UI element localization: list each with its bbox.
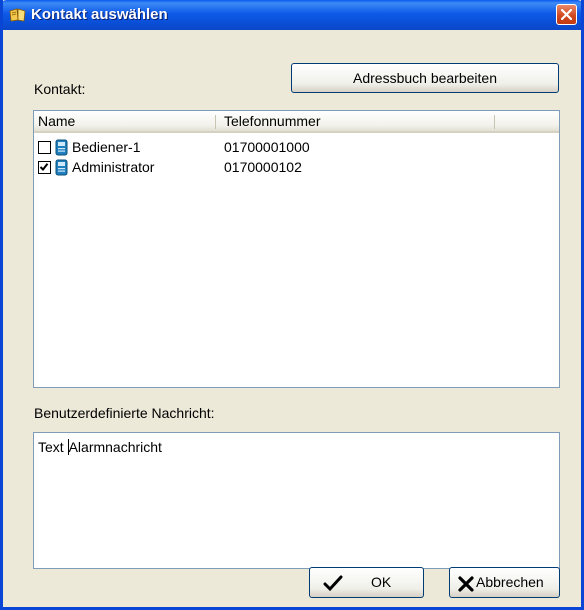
custom-message-input[interactable]: Text Alarmnachricht — [33, 432, 560, 569]
close-button[interactable] — [556, 4, 577, 25]
contact-name: Bediener-1 — [72, 139, 141, 155]
ok-label: OK — [371, 574, 392, 590]
message-text-end: Alarmnachricht — [68, 439, 162, 455]
column-header-phone[interactable]: Telefonnummer — [224, 113, 321, 129]
contact-list[interactable]: Name Telefonnummer Bediener-1 0170000100… — [33, 110, 560, 388]
checkmark-icon — [323, 575, 343, 592]
list-item[interactable]: Bediener-1 01700001000 — [38, 138, 538, 158]
list-header: Name Telefonnummer — [34, 111, 559, 133]
dialog-window: Kontakt auswählen Kontakt: Adressbuch be… — [0, 0, 584, 610]
edit-address-book-button[interactable]: Adressbuch bearbeiten — [291, 63, 559, 93]
address-book-icon — [9, 8, 26, 22]
cancel-label: Abbrechen — [476, 574, 544, 590]
contact-phone: 0170000102 — [224, 159, 302, 175]
list-item[interactable]: Administrator 0170000102 — [38, 158, 538, 178]
contact-label: Kontakt: — [34, 81, 86, 97]
custom-message-label: Benutzerdefinierte Nachricht: — [34, 405, 215, 421]
phone-icon — [55, 159, 68, 176]
row-checkbox[interactable] — [38, 161, 51, 174]
checkmark-icon — [39, 163, 49, 172]
phone-icon — [55, 139, 68, 156]
column-header-name[interactable]: Name — [38, 113, 75, 129]
ok-button[interactable]: OK — [309, 567, 424, 598]
close-icon — [561, 9, 572, 20]
cancel-button[interactable]: Abbrechen — [449, 567, 560, 598]
column-separator[interactable] — [494, 115, 495, 129]
column-separator[interactable] — [215, 115, 216, 129]
contact-name: Administrator — [72, 159, 155, 175]
title-bar[interactable]: Kontakt auswählen — [0, 0, 584, 30]
contact-phone: 01700001000 — [224, 139, 310, 155]
row-checkbox[interactable] — [38, 141, 51, 154]
cancel-icon — [458, 576, 474, 592]
window-title: Kontakt auswählen — [31, 6, 168, 23]
message-text-start: Text — [38, 439, 68, 455]
